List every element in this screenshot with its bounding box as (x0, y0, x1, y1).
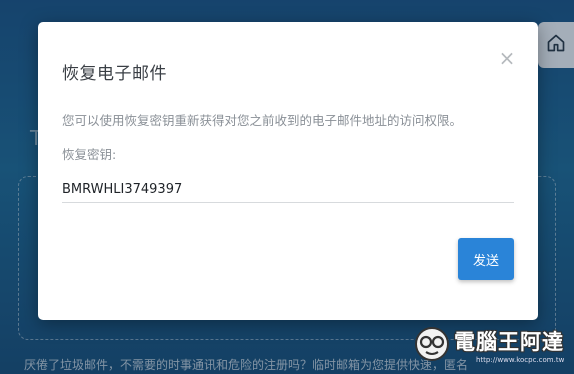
recovery-key-input[interactable] (62, 176, 514, 203)
recovery-key-label: 恢复密钥: (62, 147, 117, 162)
send-button[interactable]: 发送 (458, 238, 514, 280)
watermark-text: 電腦王阿達 (454, 330, 564, 354)
dialog-title: 恢复电子邮件 (62, 64, 167, 84)
close-icon[interactable]: × (498, 48, 516, 68)
mascot-icon (415, 327, 449, 361)
watermark-logo: 電腦王阿達 http://www.kocpc.com.tw (414, 324, 570, 372)
watermark-url: http://www.kocpc.com.tw (476, 356, 565, 364)
recover-email-dialog: 恢复电子邮件 × 您可以使用恢复密钥重新获得对您之前收到的电子邮件地址的访问权限… (38, 22, 538, 320)
dialog-description: 您可以使用恢复密钥重新获得对您之前收到的电子邮件地址的访问权限。 (62, 113, 463, 128)
